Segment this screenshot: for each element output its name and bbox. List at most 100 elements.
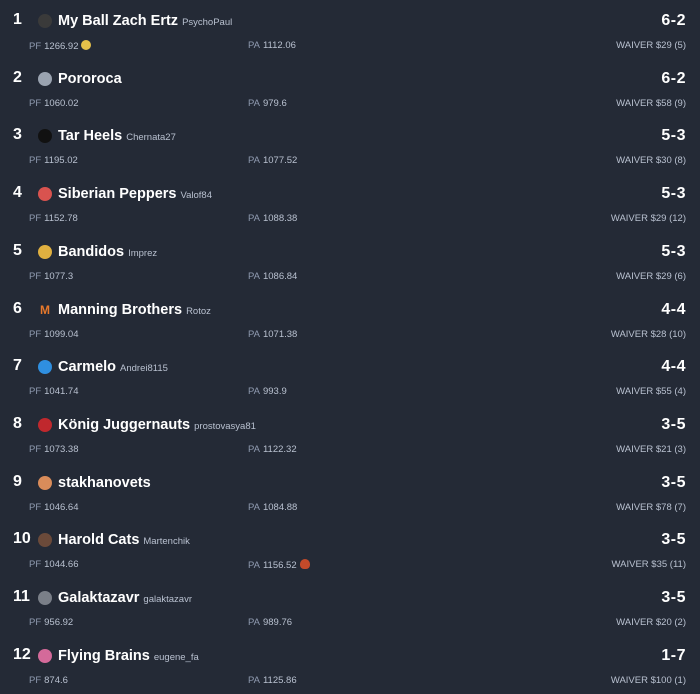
waiver-budget: WAIVER $29 (6) xyxy=(616,270,686,282)
team-name[interactable]: Tar Heels Chernata27 xyxy=(58,128,176,144)
team-avatar[interactable] xyxy=(38,417,52,432)
team-record: 5-3 xyxy=(661,242,686,260)
points-against: PA 1125.86 xyxy=(248,674,297,686)
rank-number: 11 xyxy=(13,588,30,605)
standings-row[interactable]: 1 My Ball Zach Ertz PsychoPaul 6-2 PF 1266… xyxy=(0,2,700,60)
team-name[interactable]: Galaktazavr galaktazavr xyxy=(58,590,192,606)
points-for: PF 956.92 xyxy=(29,617,74,628)
team-avatar[interactable] xyxy=(38,475,52,490)
team-name[interactable]: Flying Brains eugene_fa xyxy=(58,648,199,664)
points-against: PA 989.76 xyxy=(248,617,293,628)
waiver-budget: WAIVER $58 (9) xyxy=(616,97,686,109)
owner-name[interactable]: Valof84 xyxy=(180,190,212,201)
points-against: PA 1084.88 xyxy=(248,501,298,513)
team-avatar[interactable] xyxy=(38,71,52,86)
rank-number: 3 xyxy=(13,126,22,144)
team-record: 3-5 xyxy=(661,531,686,549)
rank-number: 1 xyxy=(13,11,22,28)
points-against: PA 1071.38 xyxy=(248,328,298,340)
waiver-budget: WAIVER $21 (3) xyxy=(616,443,686,455)
team-avatar[interactable] xyxy=(38,187,52,202)
team-name[interactable]: Carmelo Andrei8115 xyxy=(58,359,168,375)
team-name[interactable]: Harold Cats Martenchik xyxy=(58,532,190,548)
owner-name[interactable]: Chernata27 xyxy=(126,132,176,143)
points-against: PA 1086.84 xyxy=(248,270,298,282)
rank-number: 10 xyxy=(13,530,31,548)
team-record: 1-7 xyxy=(661,646,686,664)
standings-row[interactable]: 5 Bandidos Imprez 5-3 PF 1077.3 PA 1086.84 … xyxy=(0,233,700,291)
standings-row[interactable]: 7 Carmelo Andrei8115 4-4 PF 1041.74 PA 993.… xyxy=(0,348,700,406)
smiley-icon xyxy=(81,40,92,50)
team-avatar[interactable] xyxy=(38,591,52,605)
team-name[interactable]: Manning Brothers Rotoz xyxy=(58,302,211,318)
standings-row[interactable]: 8 König Juggernauts prostovasya81 3-5 PF 1… xyxy=(0,406,700,464)
team-record: 4-4 xyxy=(661,300,686,318)
points-against: PA 979.6 xyxy=(248,97,287,109)
team-name[interactable]: König Juggernauts prostovasya81 xyxy=(58,417,256,433)
team-avatar[interactable] xyxy=(38,244,52,259)
team-name[interactable]: stakhanovets xyxy=(58,475,155,491)
points-for: PF 1152.78 xyxy=(29,213,78,225)
rank-number: 4 xyxy=(13,184,22,202)
team-record: 3-5 xyxy=(661,473,686,491)
points-for: PF 1099.04 xyxy=(29,328,79,340)
team-avatar[interactable] xyxy=(38,14,52,28)
fire-icon xyxy=(299,559,310,570)
standings-row[interactable]: 11 Galaktazavr galaktazavr 3-5 PF 956.92 P… xyxy=(0,579,700,637)
owner-name[interactable]: Rotoz xyxy=(186,306,211,317)
team-name[interactable]: Bandidos Imprez xyxy=(58,244,157,260)
team-record: 3-5 xyxy=(661,589,686,606)
standings-row[interactable]: 10 Harold Cats Martenchik 3-5 PF 1044.66 P… xyxy=(0,521,700,579)
waiver-budget: WAIVER $100 (1) xyxy=(610,674,686,686)
points-for: PF 1046.64 xyxy=(29,501,79,513)
owner-name[interactable]: PsychoPaul xyxy=(182,17,232,28)
team-avatar[interactable] xyxy=(38,129,52,144)
points-against: PA 1112.06 xyxy=(248,40,296,51)
rank-number: 12 xyxy=(13,645,31,663)
standings-row[interactable]: 3 Tar Heels Chernata27 5-3 PF 1195.02 PA 10… xyxy=(0,117,700,175)
points-against: PA 1122.32 xyxy=(248,443,297,455)
rank-number: 8 xyxy=(13,414,22,432)
points-against: PA 1077.52 xyxy=(248,155,298,167)
points-for: PF 1077.3 xyxy=(29,270,74,282)
points-for: PF 1044.66 xyxy=(29,559,79,571)
rank-number: 5 xyxy=(13,241,22,259)
owner-name[interactable]: eugene_fa xyxy=(154,652,199,663)
waiver-budget: WAIVER $78 (7) xyxy=(616,501,686,513)
waiver-budget: WAIVER $55 (4) xyxy=(616,386,686,398)
waiver-budget: WAIVER $28 (10) xyxy=(610,328,686,340)
team-avatar[interactable] xyxy=(38,360,52,375)
team-record: 6-2 xyxy=(661,69,686,87)
team-name[interactable]: Siberian Peppers Valof84 xyxy=(58,186,212,202)
team-record: 5-3 xyxy=(661,185,686,203)
standings-row[interactable]: 9 stakhanovets 3-5 PF 1046.64 PA 1084.88 W… xyxy=(0,464,700,522)
team-avatar[interactable] xyxy=(38,648,52,663)
points-for: PF 1073.38 xyxy=(29,443,79,455)
waiver-budget: WAIVER $35 (11) xyxy=(611,559,686,571)
standings-row[interactable]: 6 M Manning Brothers Rotoz 4-4 PF 1099.04 … xyxy=(0,291,700,349)
owner-name[interactable]: galaktazavr xyxy=(143,594,192,605)
waiver-budget: WAIVER $30 (8) xyxy=(616,155,686,167)
points-for: PF 1266.92 xyxy=(29,40,92,52)
owner-name[interactable]: Andrei8115 xyxy=(120,363,168,374)
owner-name[interactable]: Imprez xyxy=(128,248,157,259)
team-avatar[interactable]: M xyxy=(38,303,52,317)
team-name[interactable]: Pororoca xyxy=(58,71,126,87)
standings-row[interactable]: 4 Siberian Peppers Valof84 5-3 PF 1152.78 … xyxy=(0,175,700,233)
team-record: 4-4 xyxy=(661,358,686,376)
points-for: PF 1195.02 xyxy=(29,155,78,167)
team-record: 6-2 xyxy=(661,12,686,29)
waiver-budget: WAIVER $29 (5) xyxy=(616,40,686,51)
points-for: PF 1060.02 xyxy=(29,97,79,109)
team-name[interactable]: My Ball Zach Ertz PsychoPaul xyxy=(58,13,232,29)
points-for: PF 1041.74 xyxy=(29,386,79,398)
team-avatar[interactable] xyxy=(38,533,52,548)
standings-list: 1 My Ball Zach Ertz PsychoPaul 6-2 PF 1266… xyxy=(0,0,700,694)
standings-row[interactable]: 2 Pororoca 6-2 PF 1060.02 PA 979.6 WAIVER … xyxy=(0,60,700,118)
owner-name[interactable]: prostovasya81 xyxy=(194,421,256,432)
standings-row[interactable]: 12 Flying Brains eugene_fa 1-7 PF 874.6 PA… xyxy=(0,637,700,694)
team-record: 5-3 xyxy=(661,127,686,145)
owner-name[interactable]: Martenchik xyxy=(143,536,189,547)
rank-number: 9 xyxy=(13,472,22,490)
points-for: PF 874.6 xyxy=(29,674,68,686)
